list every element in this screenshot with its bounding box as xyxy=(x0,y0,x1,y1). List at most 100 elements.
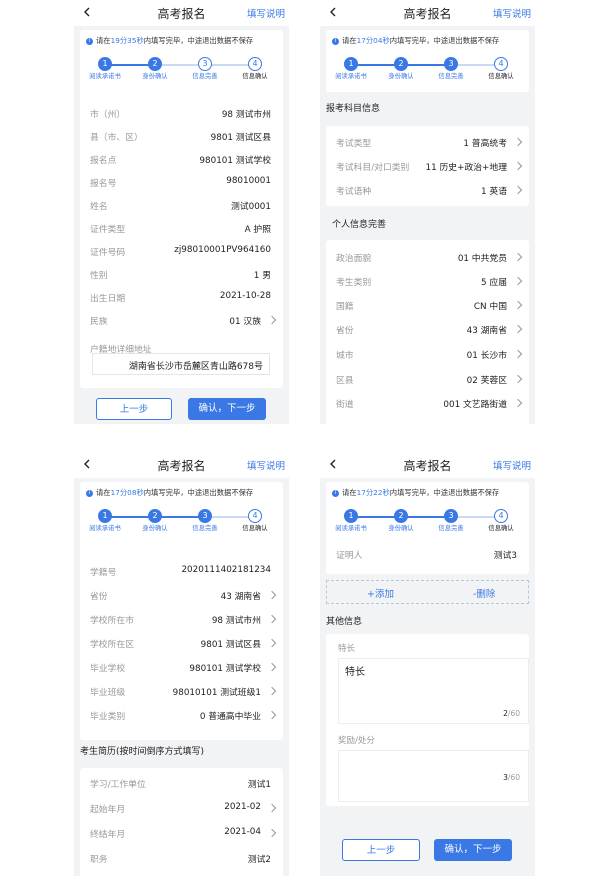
section-other-title: 其他信息 xyxy=(326,617,363,627)
field-student-number: 学籍号 2020111402181234 xyxy=(90,565,271,578)
field-registration-site: 报名点 980101 测试学校 xyxy=(90,156,271,166)
chevron-right-icon xyxy=(513,300,523,310)
chevron-right-icon xyxy=(267,828,277,838)
field-work-unit: 学习/工作单位 测试1 xyxy=(90,780,271,790)
field-street[interactable]: 街道 001 文艺路街道 xyxy=(326,392,529,414)
other-info-card: 特长 特长 2/60 奖励/处分 3/60 xyxy=(326,634,529,806)
award-char-count: 3/60 xyxy=(503,773,520,782)
step-2-label: 身份确认 xyxy=(388,73,414,80)
step-1-label: 阅读承诺书 xyxy=(335,525,367,532)
field-graduation-school[interactable]: 毕业学校 980101 测试学校 xyxy=(80,656,283,678)
field-start-date[interactable]: 起始年月 2021-02 xyxy=(80,797,283,819)
chevron-right-icon xyxy=(267,662,277,672)
step-3-dot: 3 xyxy=(444,509,458,523)
specialty-char-count: 2/60 xyxy=(503,709,520,718)
step-3-label: 信息完善 xyxy=(192,73,218,80)
resume-card: 学习/工作单位 测试1 起始年月 2021-02 终结年月 2021-04 职务 测试2 xyxy=(80,768,283,876)
step-3-label: 信息完善 xyxy=(438,525,464,532)
chevron-right-icon xyxy=(267,638,277,648)
step-4-dot: 4 xyxy=(248,57,262,71)
step-progress: 1 2 3 4 阅读承诺书 身份确认 信息完善 信息确认 xyxy=(326,56,529,92)
field-id-type: 证件类型 A 护照 xyxy=(90,225,271,235)
field-school-district[interactable]: 学校所在区 9801 测试区县 xyxy=(80,632,283,654)
chevron-right-icon xyxy=(513,161,523,171)
field-witness-partial: 证明人 测试3 xyxy=(336,551,517,561)
field-gender: 性别 1 男 xyxy=(90,271,271,281)
header: 高考报名 填写说明 xyxy=(320,0,535,26)
add-delete-bar: +添加 -删除 xyxy=(326,580,529,604)
field-province[interactable]: 省份 43 湖南省 xyxy=(326,318,529,340)
award-label: 奖励/处分 xyxy=(338,736,375,746)
countdown-timer: 17分22秒 xyxy=(356,488,390,497)
step-4-label: 信息确认 xyxy=(488,525,514,532)
subjects-card: 考试类型 1 普高统考 考试科目/对口类别 11 历史+政治+地理 考试语种 1 英语 xyxy=(326,126,529,206)
field-city[interactable]: 城市 01 长沙市 xyxy=(326,343,529,365)
chevron-right-icon xyxy=(513,252,523,262)
progress-card: i 请在17分22秒内填写完毕，中途退出数据不保存 1 2 3 4 阅读承诺书 身… xyxy=(326,482,529,574)
field-birth-date: 出生日期 2021-10-28 xyxy=(90,291,271,304)
step-2-dot: 2 xyxy=(394,509,408,523)
prev-button[interactable]: 上一步 xyxy=(96,398,172,420)
field-county: 县（市、区） 9801 测试区县 xyxy=(90,133,271,143)
delete-button[interactable]: -删除 xyxy=(473,586,495,600)
step-1-dot: 1 xyxy=(344,57,358,71)
next-button[interactable]: 确认，下一步 xyxy=(434,839,512,861)
section-resume-title: 考生简历(按时间倒序方式填写) xyxy=(80,747,205,757)
help-link[interactable]: 填写说明 xyxy=(493,6,531,20)
chevron-right-icon xyxy=(267,686,277,696)
field-end-date[interactable]: 终结年月 2021-04 xyxy=(80,822,283,844)
form-card: i 请在19分35秒内填写完毕，中途退出数据不保存 1 2 3 4 阅读承诺书 身… xyxy=(80,30,283,388)
next-button[interactable]: 确认，下一步 xyxy=(188,398,266,420)
field-exam-subjects[interactable]: 考试科目/对口类别 11 历史+政治+地理 xyxy=(326,155,529,177)
field-graduation-class[interactable]: 毕业班级 98010101 测试班级1 xyxy=(80,680,283,702)
chevron-right-icon xyxy=(513,398,523,408)
field-graduation-type[interactable]: 毕业类别 0 普通高中毕业 xyxy=(80,704,283,726)
field-nationality[interactable]: 国籍 CN 中国 xyxy=(326,294,529,316)
personal-card: 政治面貌 01 中共党员 考生类别 5 应届 国籍 CN 中国 省份 43 湖南省 城市… xyxy=(326,240,529,424)
step-4-dot: 4 xyxy=(494,57,508,71)
field-political-status[interactable]: 政治面貌 01 中共党员 xyxy=(326,246,529,268)
chevron-right-icon xyxy=(267,315,277,325)
header: 高考报名 填写说明 xyxy=(74,0,289,26)
prev-button[interactable]: 上一步 xyxy=(342,839,420,861)
step-3-dot: 3 xyxy=(198,509,212,523)
step-4-dot: 4 xyxy=(248,509,262,523)
chevron-right-icon xyxy=(513,185,523,195)
address-input[interactable]: 湖南省长沙市岳麓区青山路678号 xyxy=(92,353,270,375)
add-button[interactable]: +添加 xyxy=(367,586,394,600)
section-subjects-title: 报考科目信息 xyxy=(326,104,381,114)
specialty-textarea[interactable]: 特长 2/60 xyxy=(338,658,529,724)
help-link[interactable]: 填写说明 xyxy=(247,6,285,20)
field-school-city[interactable]: 学校所在市 98 测试市州 xyxy=(80,608,283,630)
field-id-number: 证件号码 zj98010001PV964160 xyxy=(90,245,271,258)
field-exam-language[interactable]: 考试语种 1 英语 xyxy=(326,179,529,201)
step-2-dot: 2 xyxy=(394,57,408,71)
field-district[interactable]: 区县 02 芙蓉区 xyxy=(326,368,529,390)
step-1-label: 阅读承诺书 xyxy=(89,525,121,532)
step-1-dot: 1 xyxy=(98,509,112,523)
header: 高考报名 填写说明 xyxy=(74,452,289,478)
help-link[interactable]: 填写说明 xyxy=(247,458,285,472)
chevron-right-icon xyxy=(513,374,523,384)
step-2-dot: 2 xyxy=(148,57,162,71)
chevron-right-icon xyxy=(513,137,523,147)
field-exam-type[interactable]: 考试类型 1 普高统考 xyxy=(326,131,529,153)
field-city: 市（州） 98 测试市州 xyxy=(90,110,271,120)
info-icon: i xyxy=(86,37,93,45)
help-link[interactable]: 填写说明 xyxy=(493,458,531,472)
field-ethnicity[interactable]: 民族 01 汉族 xyxy=(80,309,283,331)
step-progress: 1 2 3 4 阅读承诺书 身份确认 信息完善 信息确认 xyxy=(80,56,283,92)
timer-notice: i 请在19分35秒内填写完毕，中途退出数据不保存 xyxy=(86,36,253,46)
timer-notice: i 请在17分04秒内填写完毕，中途退出数据不保存 xyxy=(332,36,499,46)
field-province[interactable]: 省份 43 湖南省 xyxy=(80,584,283,606)
award-textarea[interactable]: 3/60 xyxy=(338,750,529,802)
step-2-label: 身份确认 xyxy=(388,525,414,532)
step-progress: 1 2 3 4 阅读承诺书 身份确认 信息完善 信息确认 xyxy=(80,508,283,544)
step-3-label: 信息完善 xyxy=(192,525,218,532)
field-candidate-type[interactable]: 考生类别 5 应届 xyxy=(326,270,529,292)
info-icon: i xyxy=(86,489,93,497)
field-position: 职务 测试2 xyxy=(90,855,271,865)
step-1-dot: 1 xyxy=(344,509,358,523)
info-icon: i xyxy=(332,37,339,45)
step-4-label: 信息确认 xyxy=(242,73,268,80)
